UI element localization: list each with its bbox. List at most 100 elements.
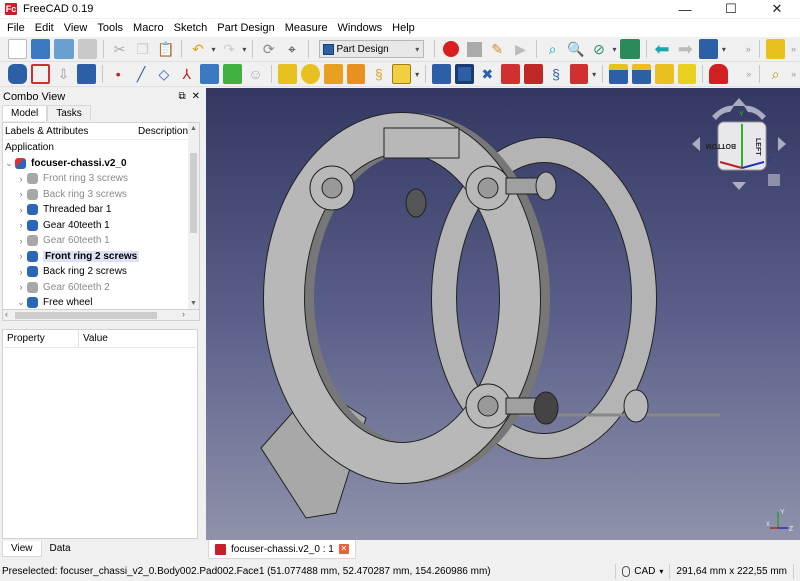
chamfer-icon[interactable] [631, 64, 651, 84]
draft-icon[interactable] [654, 64, 674, 84]
screw-head[interactable] [535, 171, 557, 201]
refresh-icon[interactable]: ⟳ [259, 39, 278, 59]
open-document-icon[interactable] [31, 39, 51, 59]
additive-loft-icon[interactable] [323, 64, 343, 84]
pad-icon[interactable] [277, 64, 297, 84]
additive-primitive-icon[interactable] [392, 64, 412, 84]
subtractive-primitive-icon[interactable] [569, 64, 589, 84]
gear[interactable] [533, 391, 559, 425]
subtractive-pipe-icon[interactable] [523, 64, 543, 84]
undo-icon[interactable]: ↶ [188, 39, 207, 59]
tree-document-row[interactable]: ⌄ focuser-chassi.v2_0 [3, 156, 199, 172]
menu-tools[interactable]: Tools [92, 19, 128, 38]
scroll-left-icon[interactable]: ‹ [5, 309, 8, 319]
part-icon[interactable] [765, 39, 785, 59]
subtractive-primitive-dropdown-icon[interactable]: ▾ [590, 70, 598, 79]
paste-icon[interactable]: 📋 [156, 39, 175, 59]
whats-this-icon[interactable]: ⌖ [282, 39, 301, 59]
tree-item[interactable]: › Gear 60teeth 1 [3, 233, 199, 249]
menu-view[interactable]: View [59, 19, 93, 38]
forward-arrow-icon[interactable]: ➡ [676, 39, 695, 59]
draw-style-dropdown-icon[interactable]: ▾ [611, 45, 619, 54]
close-button[interactable]: ✕ [754, 0, 800, 18]
measure-icon[interactable]: ⌕ [766, 64, 785, 84]
tree-item[interactable]: ⌄ Free wheel [3, 295, 199, 309]
macro-stop-icon[interactable] [464, 39, 483, 59]
redo-dropdown-icon[interactable]: ▾ [241, 45, 249, 54]
menu-edit[interactable]: Edit [30, 19, 59, 38]
fillet-icon[interactable] [608, 64, 628, 84]
document-tab[interactable]: focuser-chassi.v2_0 : 1 ✕ [208, 540, 356, 559]
menu-part-design[interactable]: Part Design [212, 19, 279, 38]
chevron-right-icon[interactable]: › [15, 282, 27, 292]
top-clamp[interactable] [383, 127, 460, 159]
tree-vertical-scrollbar[interactable]: ▲ ▼ [188, 123, 199, 309]
focuser-chassis-model[interactable] [260, 112, 720, 519]
local-coordinate-system-icon[interactable]: ⅄ [177, 64, 196, 84]
gear[interactable] [405, 188, 427, 218]
navcube-right-face-label[interactable]: LEFT [754, 138, 761, 156]
standard-views-dropdown-icon[interactable]: ▾ [720, 45, 728, 54]
roll-right-arrow-icon[interactable] [744, 105, 766, 120]
close-panel-icon[interactable]: ✕ [192, 91, 200, 102]
tab-tasks[interactable]: Tasks [47, 105, 91, 121]
groove-icon[interactable]: ✖ [478, 64, 497, 84]
datum-point-icon[interactable]: • [109, 64, 128, 84]
chevron-right-icon[interactable]: › [15, 267, 27, 277]
toolbar-overflow-icon[interactable]: » [791, 44, 796, 54]
maximize-button[interactable]: ☐ [708, 0, 754, 18]
scroll-down-icon[interactable]: ▼ [188, 300, 199, 307]
cut-icon[interactable]: ✂ [110, 39, 129, 59]
toolbar-overflow-icon[interactable]: » [746, 69, 751, 79]
navcube-front-face-label[interactable]: BOTTOM [706, 142, 736, 149]
new-document-icon[interactable] [8, 39, 28, 59]
chevron-right-icon[interactable]: › [15, 251, 27, 261]
copy-icon[interactable]: ❐ [133, 39, 152, 59]
tree-header-description[interactable]: Description [135, 126, 188, 137]
scroll-up-icon[interactable]: ▲ [188, 125, 199, 132]
tree-item[interactable]: › Threaded bar 1 [3, 202, 199, 218]
scrollbar-thumb[interactable] [15, 312, 157, 319]
rotate-left-arrow-icon[interactable] [692, 137, 700, 151]
tree-item-preselected[interactable]: › Front ring 2 screws [3, 249, 199, 265]
chevron-right-icon[interactable]: › [15, 189, 27, 199]
menu-macro[interactable]: Macro [128, 19, 169, 38]
sub-shape-binder-icon[interactable] [223, 64, 243, 84]
tree-item[interactable]: › Gear 60teeth 2 [3, 280, 199, 296]
macro-record-icon[interactable] [441, 39, 460, 59]
clone-object-icon[interactable]: ☺ [246, 64, 265, 84]
toolbar-overflow-icon[interactable]: » [791, 69, 796, 79]
menu-sketch[interactable]: Sketch [169, 19, 213, 38]
toolbar-overflow-icon[interactable]: » [746, 44, 751, 54]
hole-icon[interactable] [454, 64, 474, 84]
additive-primitive-dropdown-icon[interactable]: ▾ [413, 70, 421, 79]
tab-view[interactable]: View [2, 541, 42, 557]
import-icon[interactable]: ⇩ [54, 64, 73, 84]
save-as-icon[interactable] [77, 39, 97, 59]
navcube-menu-icon[interactable] [768, 174, 780, 186]
tree-item[interactable]: › Back ring 2 screws [3, 264, 199, 280]
clone-icon[interactable] [76, 64, 96, 84]
subtractive-helix-icon[interactable]: § [547, 64, 566, 84]
tree-item[interactable]: › Gear 40teeth 1 [3, 218, 199, 234]
rotate-right-arrow-icon[interactable] [778, 137, 786, 151]
draw-style-icon[interactable]: ⊘ [589, 39, 608, 59]
scroll-right-icon[interactable]: › [182, 309, 185, 319]
tab-model[interactable]: Model [2, 105, 48, 121]
close-tab-icon[interactable]: ✕ [338, 544, 349, 554]
rotate-down-arrow-icon[interactable] [732, 182, 746, 190]
tree-item[interactable]: › Back ring 3 screws [3, 187, 199, 203]
create-part-icon[interactable] [30, 64, 50, 84]
create-body-icon[interactable] [8, 64, 27, 84]
roll-left-arrow-icon[interactable] [712, 105, 734, 120]
thickness-icon[interactable] [677, 64, 697, 84]
workbench-selector[interactable]: Part Design ▾ [318, 40, 425, 58]
tab-data[interactable]: Data [42, 541, 79, 557]
bounding-box-icon[interactable] [620, 39, 640, 59]
subtractive-loft-icon[interactable] [500, 64, 520, 84]
chevron-right-icon[interactable]: › [15, 220, 27, 230]
chevron-down-icon[interactable]: ⌄ [15, 297, 27, 308]
property-column-header[interactable]: Property [3, 330, 79, 347]
chevron-right-icon[interactable]: › [15, 174, 27, 184]
fit-selection-icon[interactable]: 🔍 [566, 39, 585, 59]
